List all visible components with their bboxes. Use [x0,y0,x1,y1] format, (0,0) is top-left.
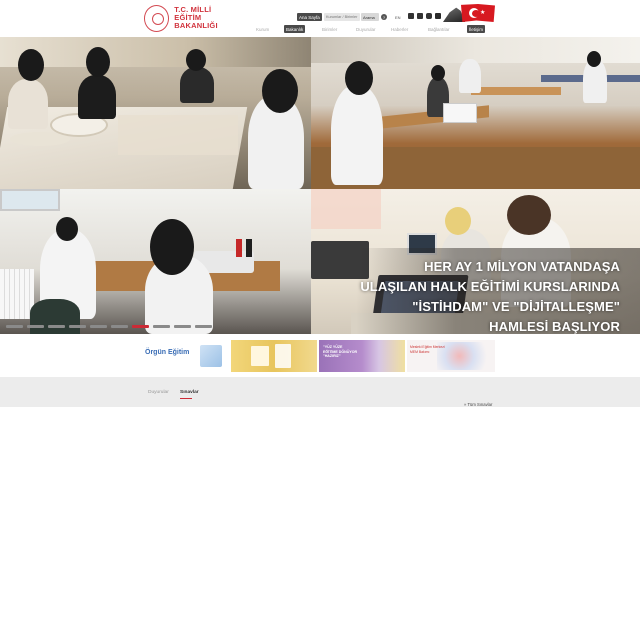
hero-photo-weaving [311,37,640,189]
help-icon[interactable]: ? [381,14,387,20]
hero-headline-line2: ULAŞILAN HALK EĞİTİMİ KURSLARINDA [360,279,620,294]
announcements-section: Duyurular Sınavlar » Tüm Sınavlar [0,377,640,407]
search-input-wrapper[interactable] [324,13,360,21]
nav-item-label: Haberler [391,26,409,32]
home-button-label: Ana Sayfa [299,14,320,20]
slider-dot[interactable] [6,325,23,328]
all-exams-link[interactable]: » Tüm Sınavlar [464,402,492,407]
hero-headline-line4: HAMLESİ BAŞLIYOR [489,319,620,334]
search-button-label: Arama [363,14,375,20]
slider-dot[interactable] [27,325,44,328]
nav-item-baglantilar[interactable]: Bağlantılar [426,25,452,33]
youtube-icon[interactable] [435,13,441,19]
nav-item-kurum[interactable]: Kurum [254,25,271,33]
turkish-flag-icon: ★ [461,4,495,22]
banner-purple-line3: "HAZIRIZ" [323,354,341,359]
banner-strip: Örgün Eğitim "YÜZ YÜZE EĞİTİME DÖNÜYOR "… [0,339,640,373]
logo-text-line1: T.C. MİLLİ EĞİTİM [174,5,212,22]
slider-pagination [6,325,212,328]
nav-item-label: Bağlantılar [428,26,450,32]
slider-dot-active[interactable] [132,325,149,328]
banner-orgun-title: Örgün Eğitim [145,349,190,356]
all-exams-label: Tüm Sınavlar [467,402,493,407]
banner-yuz-yuze[interactable]: "YÜZ YÜZE EĞİTİME DÖNÜYOR "HAZIRIZ" [319,340,405,372]
active-tab-underline [180,398,192,400]
banner-orgun-egitim[interactable]: Örgün Eğitim [145,343,223,369]
banner-mem-art [437,342,493,370]
hero-photo-sewing [0,189,311,334]
slider-dot[interactable] [69,325,86,328]
search-button[interactable]: Arama [361,13,379,21]
site-header: T.C. MİLLİ EĞİTİM BAKANLIĞI Ana Sayfa Ar… [0,0,640,37]
banner-mem[interactable]: Mesleki Eğitim Merkezi MEM Bakımı [407,340,495,372]
slider-dot[interactable] [90,325,107,328]
nav-item-label: Kurum [256,26,270,32]
slider-dot[interactable] [111,325,128,328]
instagram-icon[interactable] [426,13,432,19]
slider-dot[interactable] [153,325,170,328]
nav-item-iletisim[interactable]: İletişim [467,25,486,33]
hero-headline[interactable]: HER AY 1 MİLYON VATANDAŞA ULAŞILAN HALK … [310,257,620,334]
banner-mem-text: Mesleki Eğitim Merkezi MEM Bakımı [410,345,445,354]
home-button[interactable]: Ana Sayfa [297,13,322,21]
nav-item-label: Birimler [322,26,338,32]
facebook-icon[interactable] [408,13,414,19]
hero-headline-line1: HER AY 1 MİLYON VATANDAŞA [424,259,620,274]
school-icon [200,345,222,367]
banner-mem-line1: Mesleki Eğitim Merkezi [410,345,445,349]
flag-ataturk-emblem: ★ [443,3,495,22]
nav-item-label: Bakanlık [286,26,304,32]
nav-item-label: İletişim [469,26,484,32]
banner-card-art [251,346,269,366]
tab-duyurular[interactable]: Duyurular [148,390,169,395]
nav-item-duyurular[interactable]: Duyurular [354,25,378,33]
hero-slider[interactable]: HER AY 1 MİLYON VATANDAŞA ULAŞILAN HALK … [0,37,640,334]
hero-headline-line3: "İSTİHDAM" VE "DİJİTALLEŞME" [412,299,620,314]
twitter-icon[interactable] [417,13,423,19]
slider-dot[interactable] [48,325,65,328]
slider-dot[interactable] [174,325,191,328]
banner-yellow[interactable] [231,340,317,372]
language-switch[interactable]: EN [395,13,407,21]
main-nav: Kurum Bakanlık Birimler Duyurular Haberl… [0,25,640,33]
nav-item-haberler[interactable]: Haberler [389,25,410,33]
nav-item-birimler[interactable]: Birimler [320,25,339,33]
banner-card-art [275,344,291,368]
double-chevron-icon: » [464,402,467,407]
nav-item-label: Duyurular [356,26,376,32]
hero-photo-embroidery [0,37,311,189]
banner-mem-line2: MEM Bakımı [410,349,430,354]
search-input[interactable] [326,15,360,19]
tab-sinavlar[interactable]: Sınavlar [180,390,199,395]
banner-purple-text: "YÜZ YÜZE EĞİTİME DÖNÜYOR "HAZIRIZ" [323,345,357,359]
slider-dot[interactable] [195,325,212,328]
nav-item-bakanlik[interactable]: Bakanlık [284,25,306,33]
